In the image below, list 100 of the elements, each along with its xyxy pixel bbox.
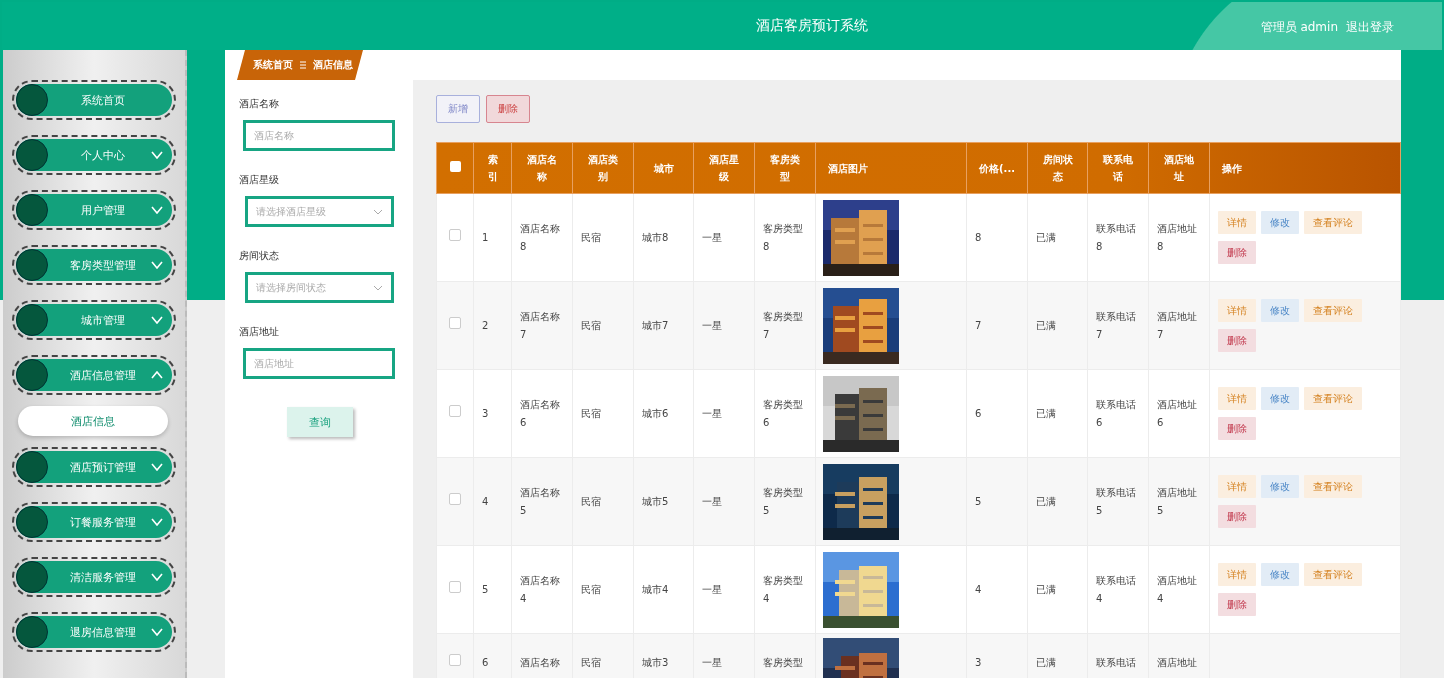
user-label: 管理员 admin (1260, 19, 1338, 36)
menu-item[interactable]: 退房信息管理 (12, 612, 176, 652)
table-cell: 民宿 (581, 231, 601, 243)
table-cell: 4 (975, 583, 982, 595)
chevron-down-icon (373, 208, 383, 215)
delete-button[interactable]: 删除 (1218, 329, 1256, 352)
table-cell: 城市5 (642, 495, 669, 507)
table-cell: 民宿 (581, 319, 601, 331)
delete-button[interactable]: 删除 (1218, 417, 1256, 440)
delete-button[interactable]: 删除 (486, 95, 530, 123)
delete-button[interactable]: 删除 (1218, 241, 1256, 264)
logout-link[interactable]: 退出登录 (1346, 19, 1394, 36)
menu-item[interactable]: 清洁服务管理 (12, 557, 176, 597)
menu-item[interactable]: 酒店信息管理 (12, 355, 176, 395)
separator-icon (300, 61, 306, 69)
table-cell-text: 联系电话4 (1096, 573, 1137, 606)
menu-item[interactable]: 系统首页 (12, 80, 176, 120)
row-checkbox[interactable] (449, 316, 461, 329)
column-header: 联系电话 (1102, 153, 1134, 184)
row-checkbox[interactable] (449, 580, 461, 593)
table-cell: 6 (482, 657, 489, 668)
select-field[interactable]: 请选择酒店星级 (245, 196, 394, 227)
menu-item[interactable]: 用户管理 (12, 190, 176, 230)
column-header: 客房类型 (769, 153, 801, 184)
table-cell: 民宿 (581, 407, 601, 419)
detail-button[interactable]: 详情 (1218, 563, 1256, 586)
input-field[interactable]: 酒店地址 (243, 348, 395, 379)
menu-item[interactable]: 城市管理 (12, 300, 176, 340)
breadcrumb-link[interactable]: 系统首页 (253, 58, 293, 72)
submenu-item[interactable]: 酒店信息 (18, 406, 168, 436)
edit-button[interactable]: 修改 (1261, 563, 1299, 586)
table-cell: 7 (975, 319, 982, 331)
row-checkbox[interactable] (449, 404, 461, 417)
add-button[interactable]: 新增 (436, 95, 480, 123)
table-cell: 城市3 (642, 657, 669, 668)
table-cell: 2 (482, 319, 489, 331)
chevron-down-icon (373, 284, 383, 291)
query-button[interactable]: 查询 (287, 407, 353, 437)
detail-button[interactable]: 详情 (1218, 211, 1256, 234)
table-cell-text: 酒店名称5 (520, 485, 561, 518)
table-cell-text: 联系电话6 (1096, 397, 1137, 430)
menu-item[interactable]: 酒店预订管理 (12, 447, 176, 487)
column-header: 操作 (1222, 161, 1242, 176)
delete-button[interactable]: 删除 (1218, 505, 1256, 528)
column-header: 房间状态 (1041, 153, 1074, 184)
row-checkbox[interactable] (449, 492, 461, 505)
table-cell: 6 (975, 407, 982, 419)
table-cell-text: 酒店地址6 (1157, 397, 1198, 430)
table-cell: 已满 (1036, 495, 1056, 507)
table-cell-text: 酒店名称7 (520, 309, 561, 342)
menu-item[interactable]: 个人中心 (12, 135, 176, 175)
breadcrumb-link[interactable]: 酒店信息 (313, 58, 353, 72)
select-all-checkbox[interactable] (449, 160, 461, 172)
row-checkbox[interactable] (449, 228, 461, 241)
edit-button[interactable]: 修改 (1261, 475, 1299, 498)
detail-button[interactable]: 详情 (1218, 387, 1256, 410)
menu-item[interactable]: 客房类型管理 (12, 245, 176, 285)
delete-button[interactable]: 删除 (1218, 593, 1256, 616)
table-cell: 3 (975, 657, 982, 668)
row-checkbox[interactable] (449, 654, 461, 666)
app-title: 酒店客房预订系统 (756, 17, 868, 35)
edit-button[interactable]: 修改 (1261, 387, 1299, 410)
table-cell-text: 客房类型8 (763, 221, 804, 254)
edit-button[interactable]: 修改 (1261, 299, 1299, 322)
comments-button[interactable]: 查看评论 (1304, 563, 1362, 586)
table-cell: 一星 (702, 407, 722, 419)
table-cell-text: 酒店地址 (1157, 656, 1197, 670)
table-cell: 5 (975, 495, 982, 507)
select-field[interactable]: 请选择房间状态 (245, 272, 394, 303)
edit-button[interactable]: 修改 (1261, 211, 1299, 234)
table-cell-text: 酒店地址8 (1157, 221, 1198, 254)
table-cell-text: 联系电话 (1096, 656, 1136, 670)
table-cell-text: 联系电话8 (1096, 221, 1137, 254)
comments-button[interactable]: 查看评论 (1304, 475, 1362, 498)
table-cell-text: 酒店地址5 (1157, 485, 1198, 518)
table-cell: 城市6 (642, 407, 669, 419)
detail-button[interactable]: 详情 (1218, 475, 1256, 498)
table-cell-text: 酒店名称8 (520, 221, 561, 254)
table-cell-text: 酒店名称4 (520, 573, 561, 606)
column-header: 酒店类别 (587, 153, 619, 184)
table-cell-text: 酒店名称 (520, 656, 560, 670)
table-cell-text: 联系电话5 (1096, 485, 1137, 518)
comments-button[interactable]: 查看评论 (1304, 387, 1362, 410)
comments-button[interactable]: 查看评论 (1304, 299, 1362, 322)
input-field[interactable]: 酒店名称 (243, 120, 395, 151)
detail-button[interactable]: 详情 (1218, 299, 1256, 322)
table-cell: 1 (482, 231, 489, 243)
table-cell-text: 客房类型6 (763, 397, 804, 430)
table-cell: 8 (975, 231, 982, 243)
table-cell: 已满 (1036, 583, 1056, 595)
column-header: 酒店图片 (828, 161, 868, 176)
table-cell-text: 酒店地址7 (1157, 309, 1198, 342)
column-header: 酒店名称 (526, 153, 558, 184)
field-label: 酒店星级 (239, 173, 280, 187)
table-cell: 5 (482, 583, 489, 595)
table-cell: 城市7 (642, 319, 669, 331)
table-cell: 4 (482, 495, 489, 507)
column-header: 城市 (653, 161, 674, 176)
comments-button[interactable]: 查看评论 (1304, 211, 1362, 234)
menu-item[interactable]: 订餐服务管理 (12, 502, 176, 542)
